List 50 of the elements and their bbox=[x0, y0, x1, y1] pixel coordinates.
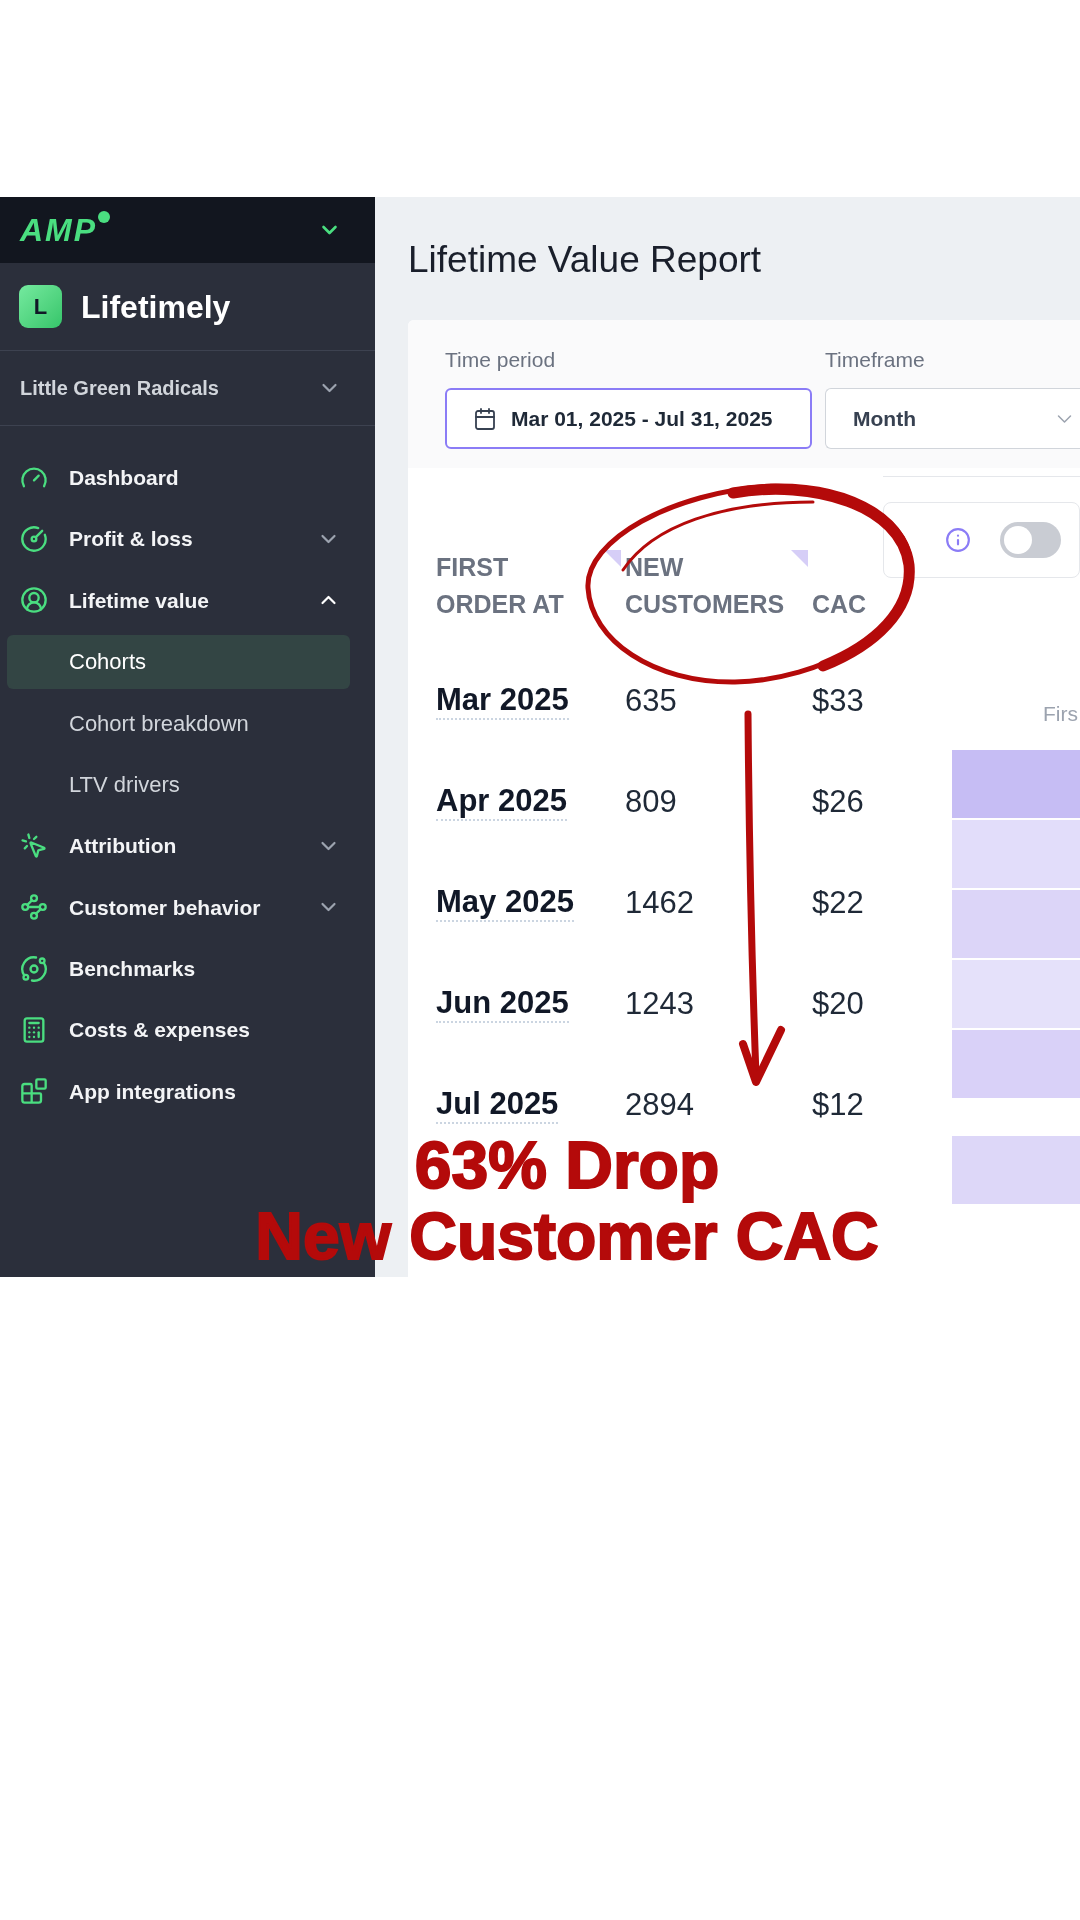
toggle-switch[interactable] bbox=[1000, 522, 1061, 558]
table-cell: 809 bbox=[625, 783, 677, 820]
orbit-icon bbox=[20, 954, 48, 983]
annotation-headline: 63% Drop bbox=[414, 1130, 720, 1201]
table-cell: Apr 2025 bbox=[436, 782, 567, 821]
chevron-down-icon[interactable] bbox=[322, 226, 337, 234]
calendar-icon bbox=[473, 406, 497, 431]
table-cell: Mar 2025 bbox=[436, 681, 569, 720]
blocks-icon bbox=[20, 1077, 48, 1106]
table-cell: 1462 bbox=[625, 884, 694, 921]
select-field[interactable]: Month bbox=[825, 388, 1080, 449]
date-range-field[interactable]: Mar 01, 2025 - Jul 31, 2025 bbox=[445, 388, 812, 449]
sidebar-subitem[interactable]: LTV drivers bbox=[7, 757, 350, 812]
sidebar-subitem[interactable]: Cohort breakdown bbox=[7, 696, 350, 751]
page-title: Lifetime Value Report bbox=[408, 239, 763, 281]
sidebar-item[interactable]: Dashboard bbox=[7, 450, 350, 505]
table-cell: $33 bbox=[812, 682, 864, 719]
pointer-click-icon bbox=[20, 831, 48, 860]
column-header: CAC bbox=[812, 589, 867, 620]
sidebar-item[interactable]: Attribution bbox=[7, 818, 350, 873]
app-name: Lifetimely bbox=[81, 287, 231, 327]
table-cell: $22 bbox=[812, 884, 864, 921]
table-cell: Jul 2025 bbox=[436, 1085, 559, 1124]
field-label: Time period bbox=[445, 347, 557, 373]
info-icon[interactable] bbox=[945, 527, 971, 553]
sidebar-subitem[interactable]: Cohorts bbox=[7, 634, 350, 689]
table-cell: 1243 bbox=[625, 985, 694, 1022]
column-header: Firs bbox=[1043, 701, 1079, 727]
table-cell: $12 bbox=[812, 1086, 864, 1123]
sidebar-item[interactable]: Lifetime value bbox=[7, 573, 350, 628]
sidebar-item[interactable]: Costs & expenses bbox=[7, 1003, 350, 1058]
table-cell: 635 bbox=[625, 682, 677, 719]
field-label: Timeframe bbox=[825, 347, 926, 373]
table-cell: $20 bbox=[812, 985, 864, 1022]
sidebar-item[interactable]: Profit & loss bbox=[7, 512, 350, 567]
chevron-down-icon bbox=[1057, 414, 1072, 423]
app-logo: L bbox=[19, 285, 62, 328]
connected-nodes-icon bbox=[20, 893, 48, 922]
brand-logo: AMP bbox=[20, 212, 98, 248]
sidebar-item[interactable]: App integrations bbox=[7, 1064, 350, 1119]
gauge-circle-icon bbox=[20, 525, 48, 554]
column-header: FIRST ORDER AT bbox=[436, 552, 565, 620]
sidebar-item[interactable]: Benchmarks bbox=[7, 941, 350, 996]
table-cell: May 2025 bbox=[436, 883, 574, 922]
user-circle-icon bbox=[20, 586, 48, 615]
column-header: NEW CUSTOMERS bbox=[625, 552, 786, 620]
table-cell: $26 bbox=[812, 783, 864, 820]
table-cell: Jun 2025 bbox=[436, 984, 569, 1023]
sidebar-item[interactable]: Customer behavior bbox=[7, 880, 350, 935]
table-cell: 2894 bbox=[625, 1086, 694, 1123]
